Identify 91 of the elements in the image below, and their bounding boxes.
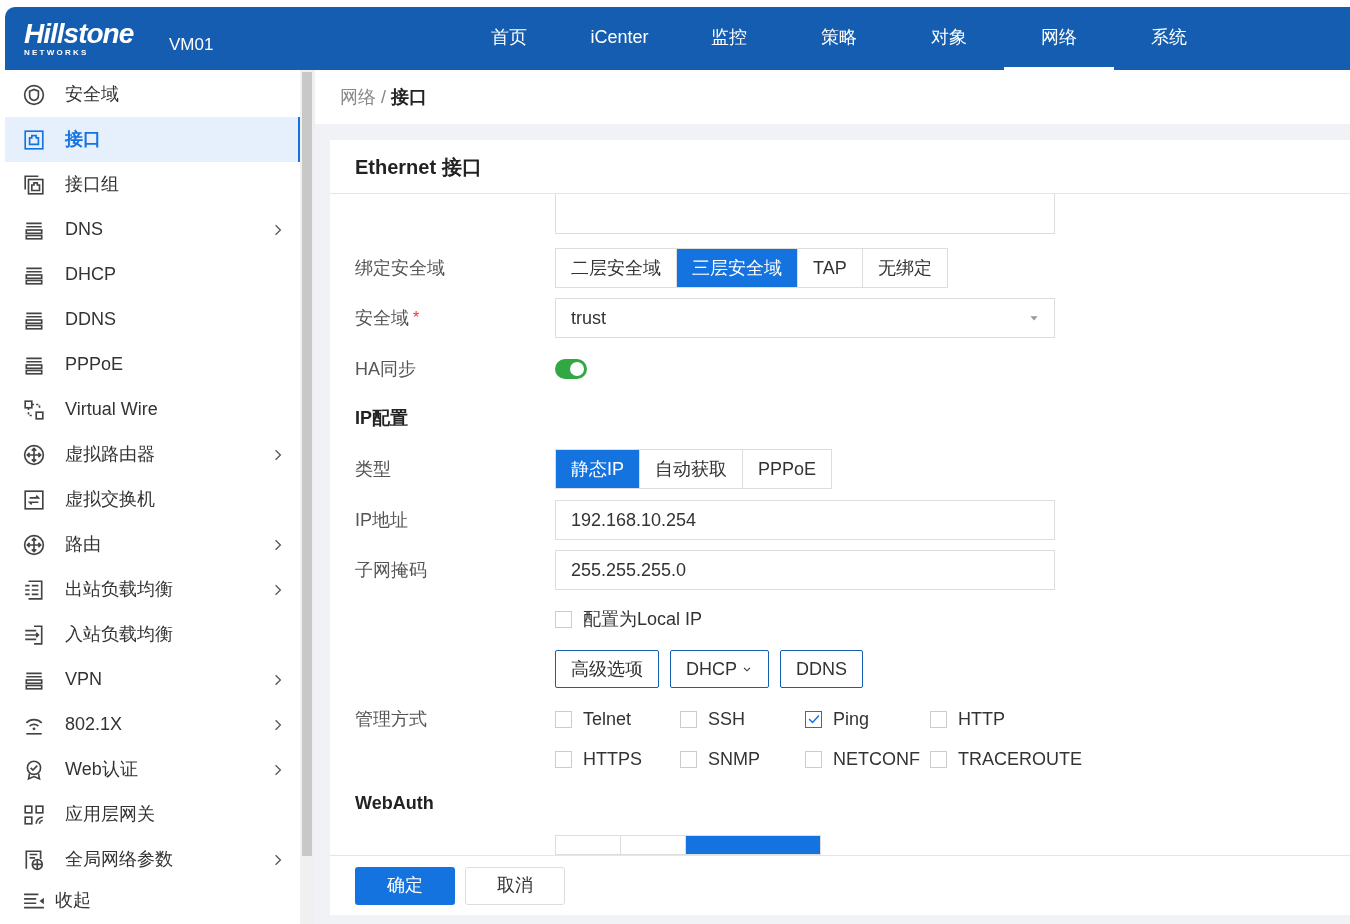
checkbox-label: TRACEROUTE: [958, 747, 1082, 771]
segment-option[interactable]: 三层安全域: [676, 248, 798, 288]
confirm-button[interactable]: 确定: [355, 866, 455, 905]
sidebar-item[interactable]: 入站负载均衡: [5, 612, 300, 657]
router-icon: [23, 533, 45, 556]
sidebar-item[interactable]: 接口组: [5, 162, 300, 207]
segment-option[interactable]: 自动获取: [639, 449, 743, 489]
logo-wordmark: Hillstone: [24, 20, 135, 48]
segment-option[interactable]: [685, 835, 821, 855]
shield-icon: [23, 83, 45, 106]
sidebar-item[interactable]: 接口: [5, 117, 300, 162]
checkbox[interactable]: [555, 750, 572, 768]
checkbox-label: HTTPS: [583, 747, 642, 771]
segment-option[interactable]: 二层安全域: [555, 248, 677, 288]
checkbox[interactable]: [930, 750, 947, 768]
nav-tab[interactable]: iCenter: [564, 7, 675, 70]
field-label: 管理方式: [355, 707, 427, 731]
nav-tab[interactable]: 系统: [1114, 7, 1225, 70]
ip-address-field[interactable]: 192.168.10.254: [555, 500, 1055, 540]
toggle-switch[interactable]: [555, 359, 587, 379]
section-heading: WebAuth: [355, 791, 434, 815]
breadcrumb-link[interactable]: 网络: [340, 83, 376, 111]
sidebar-item[interactable]: 802.1X: [5, 702, 300, 747]
sidebar-item[interactable]: DDNS: [5, 297, 300, 342]
sidebar-item[interactable]: Virtual Wire: [5, 387, 300, 432]
field-label: IP地址: [355, 508, 408, 532]
segment-option[interactable]: 无绑定: [861, 248, 948, 288]
sidebar-item[interactable]: 虚拟交换机: [5, 477, 300, 522]
field-label: 绑定安全域: [355, 256, 445, 280]
ethernet-port-icon: [23, 128, 45, 151]
card-title: Ethernet 接口: [355, 154, 482, 180]
field-label: 类型: [355, 457, 391, 481]
nav-tab[interactable]: 监控: [674, 7, 785, 70]
sidebar-item[interactable]: 出站负载均衡: [5, 567, 300, 612]
router-icon: [23, 443, 45, 466]
list-arrows-icon: [23, 623, 45, 646]
option-button[interactable]: DDNS: [780, 650, 864, 688]
field-label: 子网掩码: [355, 558, 427, 582]
section-heading: IP配置: [355, 406, 408, 430]
sidebar-item[interactable]: VPN: [5, 657, 300, 702]
grid-icon: [23, 803, 45, 826]
field-label: 安全域: [355, 306, 409, 330]
checkbox[interactable]: [680, 710, 697, 728]
checkbox-label: SNMP: [708, 747, 760, 771]
sidebar-item[interactable]: PPPoE: [5, 342, 300, 387]
checkbox[interactable]: [555, 710, 572, 728]
checkbox[interactable]: [805, 750, 822, 768]
sidebar-item[interactable]: DNS: [5, 207, 300, 252]
breadcrumb-current: 接口: [391, 85, 427, 109]
checkbox-label: Telnet: [583, 707, 632, 731]
segment-option[interactable]: TAP: [797, 248, 863, 288]
list-icon: [23, 578, 45, 601]
subnet-mask-field[interactable]: 255.255.255.0: [555, 550, 1055, 590]
nav-tab[interactable]: 策略: [784, 7, 895, 70]
collapse-button[interactable]: 收起: [55, 887, 91, 914]
cancel-button[interactable]: 取消: [465, 866, 565, 905]
sidebar-item[interactable]: DHCP: [5, 252, 300, 297]
checkmark-icon: [806, 712, 821, 726]
checkbox[interactable]: [555, 610, 572, 628]
checkbox-label: NETCONF: [833, 747, 920, 771]
checkbox[interactable]: [680, 750, 697, 768]
sidebar-item[interactable]: Web认证: [5, 747, 300, 792]
switch-icon: [23, 488, 45, 511]
sidebar-item[interactable]: 虚拟路由器: [5, 432, 300, 477]
sidebar-item[interactable]: 应用层网关: [5, 792, 300, 837]
checkbox-label: HTTP: [958, 707, 1005, 731]
segment-option[interactable]: 静态IP: [555, 449, 640, 489]
segment-option[interactable]: PPPoE: [742, 449, 833, 489]
checkbox-label: 配置为Local IP: [583, 607, 703, 631]
sidebar-item[interactable]: 路由: [5, 522, 300, 567]
device-name: VM01: [169, 33, 214, 56]
nav-tab[interactable]: 对象: [894, 7, 1005, 70]
checkbox[interactable]: [930, 710, 947, 728]
sidebar-item[interactable]: 全局网络参数: [5, 837, 300, 882]
sidebar-item[interactable]: 安全域: [5, 72, 300, 117]
required-mark: *: [413, 308, 420, 328]
nav-tab[interactable]: 首页: [454, 7, 565, 70]
globe-document-icon: [23, 848, 45, 871]
option-button[interactable]: DHCP: [670, 650, 769, 688]
logo-subtitle: N E T W O R K S: [24, 48, 88, 57]
checkbox-label: Ping: [833, 707, 870, 731]
checkbox[interactable]: [805, 710, 822, 728]
ethernet-ports-icon: [23, 173, 45, 196]
field-label: HA同步: [355, 357, 416, 381]
zone-dropdown[interactable]: trust: [555, 298, 1055, 338]
text-area[interactable]: [555, 194, 1055, 234]
checkbox-label: SSH: [708, 707, 745, 731]
breadcrumb-separator: /: [381, 85, 386, 109]
nodes-icon: [23, 398, 45, 421]
scrollbar-thumb[interactable]: [302, 72, 312, 856]
option-button[interactable]: 高级选项: [555, 650, 659, 688]
